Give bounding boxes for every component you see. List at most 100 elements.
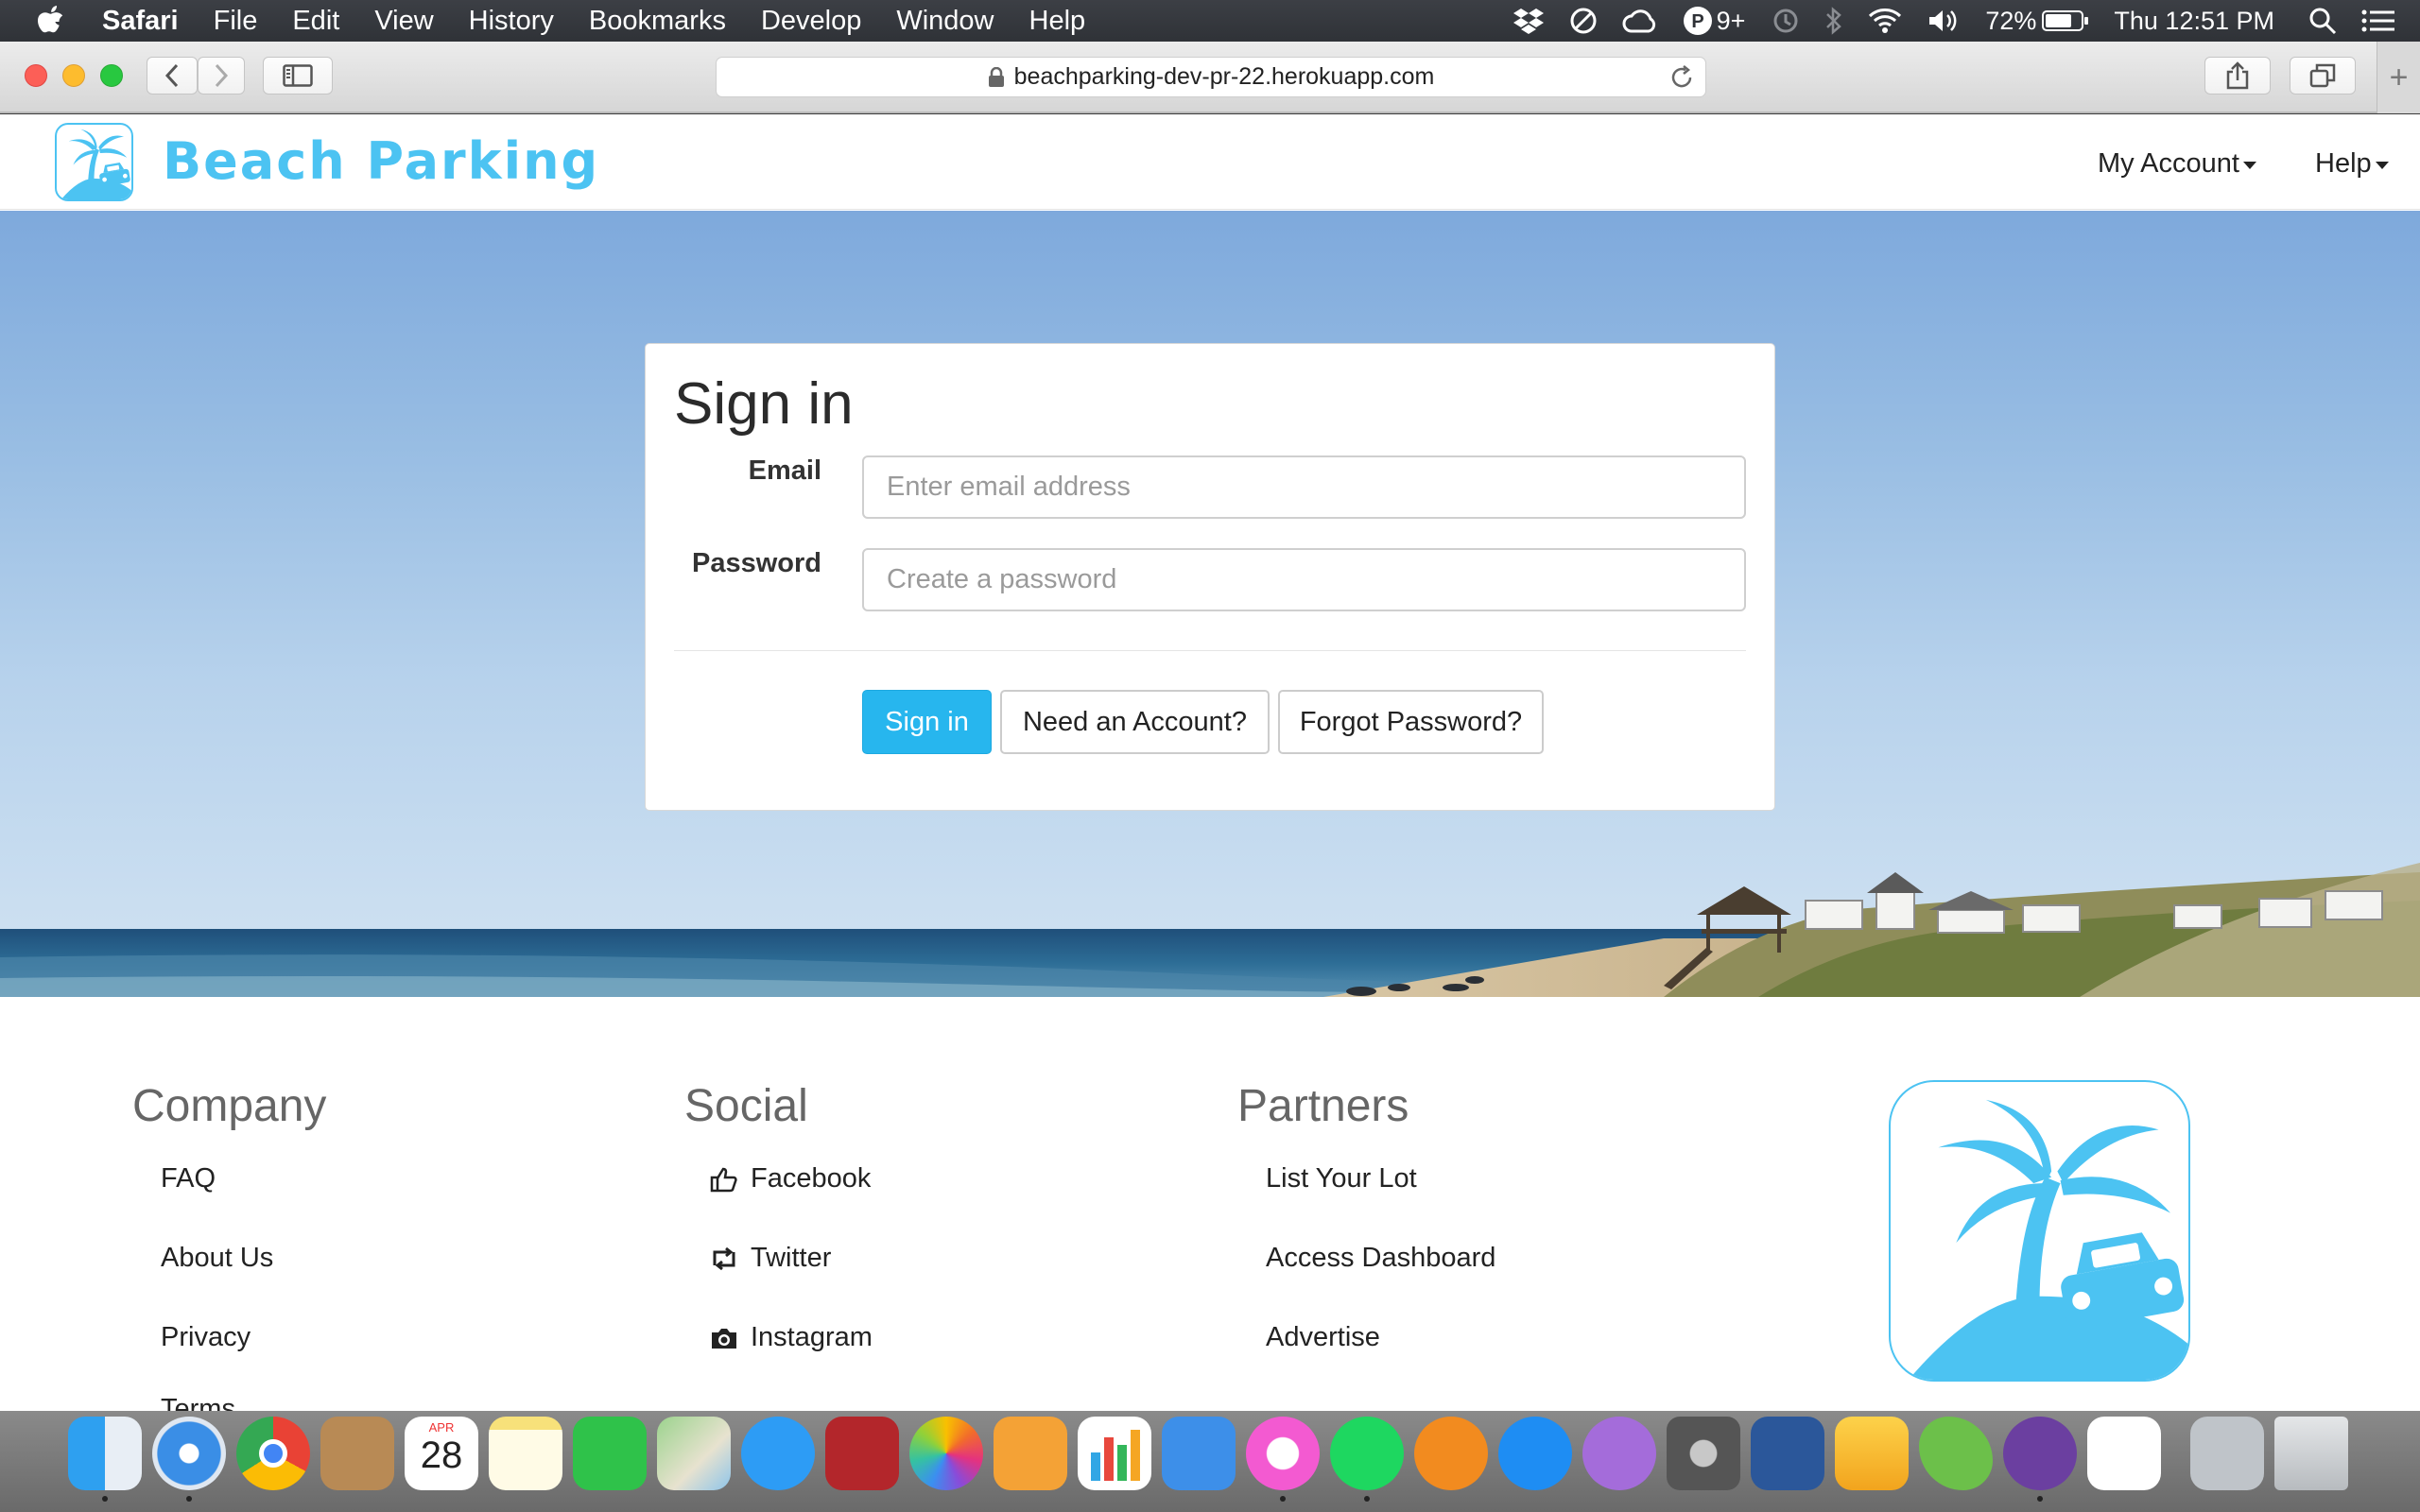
clock[interactable]: Thu 12:51 PM — [2114, 7, 2274, 36]
messages-icon[interactable] — [741, 1417, 815, 1490]
browser-toolbar: beachparking-dev-pr-22.herokuapp.com + — [0, 42, 2420, 113]
slack-icon[interactable] — [2087, 1417, 2161, 1490]
ibooks-icon[interactable] — [1414, 1417, 1488, 1490]
facetime-icon[interactable] — [573, 1417, 647, 1490]
signin-button[interactable]: Sign in — [862, 690, 992, 754]
menu-app-name[interactable]: Safari — [102, 6, 179, 37]
about-us-link[interactable]: About Us — [161, 1243, 273, 1274]
sidebar-icon — [283, 64, 313, 87]
need-account-button[interactable]: Need an Account? — [1000, 690, 1270, 754]
menu-edit[interactable]: Edit — [292, 6, 339, 37]
advertise-link[interactable]: Advertise — [1266, 1322, 1380, 1353]
site-navbar: Beach Parking My Account Help — [0, 114, 2420, 210]
notes-icon[interactable] — [489, 1417, 562, 1490]
social-heading: Social — [684, 1081, 808, 1131]
photos-icon[interactable] — [909, 1417, 983, 1490]
signin-title: Sign in — [674, 371, 854, 437]
calendar-icon[interactable]: APR 28 — [405, 1417, 478, 1490]
signin-card: Sign in Email Password Sign in Need an A… — [645, 343, 1775, 811]
dropbox-icon[interactable] — [1512, 7, 1545, 35]
close-window-button[interactable] — [25, 64, 47, 87]
volume-icon[interactable] — [1927, 8, 1961, 34]
instagram-label: Instagram — [751, 1322, 873, 1352]
web-page: Beach Parking My Account Help Sign in Em… — [0, 114, 2420, 1411]
photo-booth-icon[interactable] — [825, 1417, 899, 1490]
palm-car-logo-icon — [1908, 1099, 2188, 1380]
spotlight-icon[interactable] — [2308, 7, 2337, 35]
menu-bookmarks[interactable]: Bookmarks — [589, 6, 726, 37]
new-tab-icon: + — [2389, 59, 2409, 95]
menu-history[interactable]: History — [469, 6, 554, 37]
help-dropdown[interactable]: Help — [2315, 148, 2389, 180]
creative-cloud-icon[interactable] — [1622, 8, 1658, 34]
terms-link[interactable]: Terms — [161, 1394, 235, 1411]
apple-icon[interactable] — [36, 4, 70, 38]
notification-center-icon[interactable] — [2361, 9, 2395, 33]
company-heading: Company — [132, 1081, 327, 1131]
brand-logo[interactable] — [55, 123, 133, 201]
finder-window-icon[interactable] — [2190, 1417, 2264, 1490]
reload-icon[interactable] — [1669, 65, 1694, 96]
access-dashboard-link[interactable]: Access Dashboard — [1266, 1243, 1495, 1274]
trash-icon[interactable] — [2274, 1417, 2348, 1490]
back-button[interactable] — [147, 57, 198, 94]
forgot-password-button[interactable]: Forgot Password? — [1278, 690, 1544, 754]
feedback-icon[interactable] — [1582, 1417, 1656, 1490]
finder-icon[interactable] — [68, 1417, 142, 1502]
privacy-link[interactable]: Privacy — [161, 1322, 251, 1353]
menu-develop[interactable]: Develop — [761, 6, 861, 37]
contacts-icon[interactable] — [320, 1417, 394, 1490]
twitter-link[interactable]: Twitter — [709, 1243, 831, 1274]
password-input[interactable] — [862, 548, 1746, 611]
numbers-icon[interactable] — [1078, 1417, 1151, 1490]
word-icon[interactable] — [1751, 1417, 1824, 1490]
hero-beach-background: Sign in Email Password Sign in Need an A… — [0, 211, 2420, 997]
palm-car-logo-icon — [60, 129, 131, 199]
facebook-link[interactable]: Facebook — [709, 1163, 871, 1194]
tabs-button[interactable] — [2290, 57, 2356, 94]
battery-icon — [2042, 10, 2089, 31]
instagram-link[interactable]: Instagram — [709, 1322, 873, 1353]
url-text: beachparking-dev-pr-22.herokuapp.com — [1013, 63, 1435, 90]
p-badge-icon[interactable]: P 9+ — [1683, 6, 1745, 36]
time-machine-icon[interactable] — [1770, 7, 1800, 35]
zoom-window-button[interactable] — [100, 64, 123, 87]
menu-window[interactable]: Window — [896, 6, 994, 37]
maps-icon[interactable] — [657, 1417, 731, 1490]
form-divider — [674, 650, 1746, 651]
email-input[interactable] — [862, 455, 1746, 519]
battery-status[interactable]: 72% — [1985, 7, 2089, 36]
faq-link[interactable]: FAQ — [161, 1163, 216, 1194]
wifi-icon[interactable] — [1868, 8, 1902, 34]
svg-text:P: P — [1691, 11, 1703, 32]
twitter-label: Twitter — [751, 1243, 832, 1273]
new-tab-button[interactable]: + — [2377, 42, 2420, 113]
chrome-icon[interactable] — [236, 1417, 310, 1490]
lock-icon — [988, 66, 1005, 88]
leaf-icon[interactable] — [1919, 1417, 1993, 1490]
sidebar-button[interactable] — [263, 57, 333, 94]
app-store-icon[interactable] — [1498, 1417, 1572, 1490]
brand-name[interactable]: Beach Parking — [163, 131, 599, 191]
menu-help[interactable]: Help — [1029, 6, 1086, 37]
address-bar[interactable]: beachparking-dev-pr-22.herokuapp.com — [716, 57, 1706, 97]
itunes-icon[interactable] — [1246, 1417, 1320, 1502]
forward-button[interactable] — [198, 57, 245, 94]
share-button[interactable] — [2204, 57, 2271, 94]
github-icon[interactable] — [2003, 1417, 2077, 1502]
password-label: Password — [692, 548, 821, 578]
minimize-window-button[interactable] — [62, 64, 85, 87]
system-preferences-icon[interactable] — [1667, 1417, 1740, 1490]
safari-icon[interactable] — [152, 1417, 226, 1502]
bluetooth-icon[interactable] — [1824, 7, 1843, 35]
sketch-icon[interactable] — [1835, 1417, 1909, 1490]
pages-icon[interactable] — [994, 1417, 1067, 1490]
list-your-lot-link[interactable]: List Your Lot — [1266, 1163, 1417, 1194]
my-account-label: My Account — [2098, 148, 2239, 179]
menu-view[interactable]: View — [374, 6, 433, 37]
sync-icon[interactable] — [1569, 7, 1598, 35]
spotify-icon[interactable] — [1330, 1417, 1404, 1502]
my-account-dropdown[interactable]: My Account — [2098, 148, 2256, 180]
keynote-icon[interactable] — [1162, 1417, 1236, 1490]
menu-file[interactable]: File — [214, 6, 258, 37]
